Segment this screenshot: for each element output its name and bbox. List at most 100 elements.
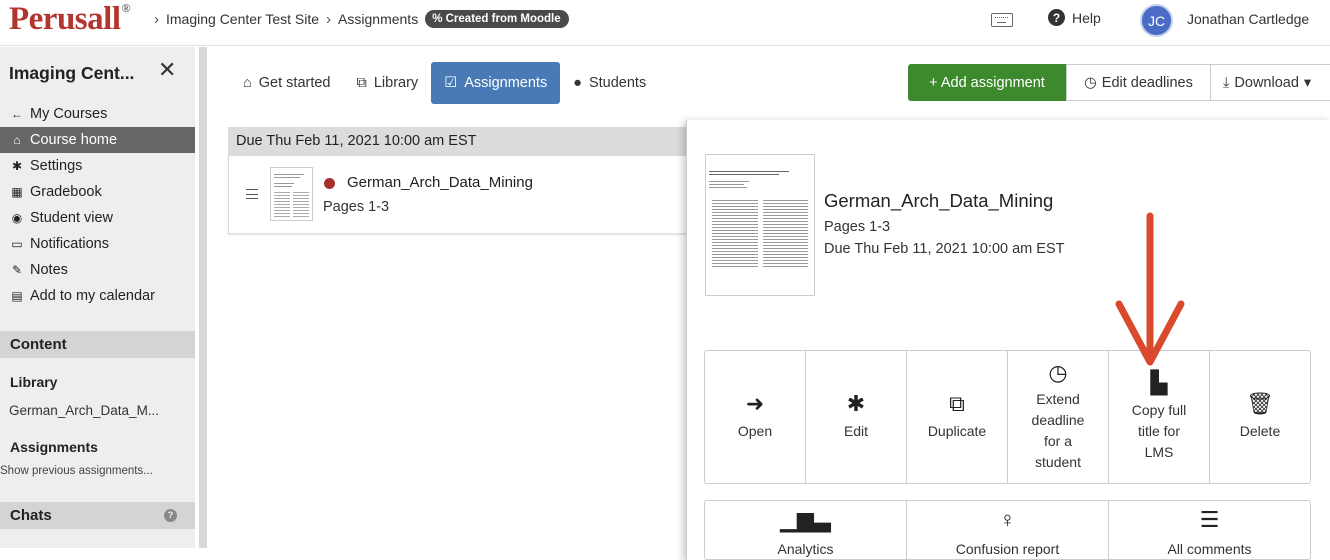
top-bar: Perusall® › Imaging Center Test Site › A… — [0, 0, 1330, 46]
sidebar-item-label: Gradebook — [30, 184, 102, 200]
tab-library[interactable]: ⧉ Library — [344, 62, 432, 104]
action-label: Copy full title for LMS — [1131, 401, 1187, 460]
action-label: All comments — [1167, 541, 1252, 557]
tab-label: Get started — [258, 75, 331, 91]
tab-bar: ⌂ Get started ⧉ Library ☑ Assignments ● Stud… — [230, 62, 659, 104]
home-icon: ⌂ — [13, 133, 21, 147]
user-icon: ● — [573, 75, 582, 91]
sidebar-item-gradebook[interactable]: ▦ Gradebook — [0, 179, 195, 205]
action-label: Analytics — [777, 541, 834, 557]
report-grid: ▁▆▃ Analytics ♀ Confusion report ☰ All c… — [704, 500, 1311, 560]
open-button[interactable]: ➜ Open — [705, 351, 806, 483]
home-icon: ⌂ — [243, 75, 252, 91]
list-icon: ☰ — [1199, 507, 1220, 532]
confusion-report-button[interactable]: ♀ Confusion report — [907, 501, 1109, 559]
help-label: Help — [1072, 9, 1101, 26]
arrow-right-icon: ➜ — [745, 391, 765, 417]
copy-file-icon: ▙ — [1150, 370, 1168, 396]
panel-pages: Pages 1-3 — [824, 219, 891, 235]
breadcrumb-separator-icon: › — [154, 10, 159, 28]
sidebar-item-notes[interactable]: ✎ Notes — [0, 257, 195, 283]
due-date-header: Due Thu Feb 11, 2021 10:00 am EST — [228, 127, 688, 155]
action-label: Duplicate — [927, 422, 987, 439]
tab-label: Assignments — [464, 75, 548, 91]
calendar-check-icon: ☑ — [444, 75, 458, 91]
add-assignment-button[interactable]: + Add assignment — [908, 64, 1066, 101]
assignment-pages: Pages 1-3 — [323, 199, 390, 215]
extend-deadline-button[interactable]: ◷ Extend deadline for a student — [1008, 351, 1109, 483]
sidebar-item-my-courses[interactable]: ← My Courses — [0, 101, 195, 127]
copy-icon: ⧉ — [356, 75, 367, 91]
question-icon: ? — [1048, 9, 1065, 26]
action-label: Delete — [1239, 422, 1281, 439]
edit-deadlines-label: Edit deadlines — [1101, 74, 1193, 91]
show-previous-link[interactable]: Show previous assignments... — [0, 465, 153, 477]
lightbulb-icon: ♀ — [999, 507, 1016, 532]
breadcrumb-course[interactable]: Imaging Center Test Site — [166, 11, 319, 27]
breadcrumb-separator-icon: › — [326, 10, 332, 28]
action-label: Extend deadline for a student — [1031, 391, 1085, 471]
action-label: Confusion report — [955, 541, 1060, 557]
sidebar-item-label: My Courses — [30, 106, 108, 122]
caret-down-icon: ▾ — [1303, 74, 1312, 91]
sidebar: Imaging Cent... ✕ ← My Courses ⌂ Course ho… — [0, 47, 195, 548]
document-thumbnail — [270, 167, 313, 221]
sidebar-item-label: Course home — [30, 132, 118, 148]
tab-assignments[interactable]: ☑ Assignments — [431, 62, 561, 104]
edit-button[interactable]: ✱ Edit — [806, 351, 907, 483]
sidebar-item-label: Notes — [30, 262, 68, 278]
assignment-title[interactable]: German_Arch_Data_Mining — [347, 174, 533, 191]
sidebar-item-notifications[interactable]: ▭ Notifications — [0, 231, 195, 257]
user-name[interactable]: Jonathan Cartledge — [1187, 11, 1309, 27]
sidebar-item-label: Notifications — [30, 236, 109, 252]
sidebar-item-course-home[interactable]: ⌂ Course home — [0, 127, 195, 153]
sidebar-item-settings[interactable]: ✱ Settings — [0, 153, 195, 179]
pencil-icon: ✎ — [11, 263, 23, 277]
avatar[interactable]: JC — [1140, 4, 1173, 37]
document-thumbnail — [705, 154, 815, 296]
eye-icon: ◉ — [11, 211, 23, 225]
sidebar-item-label: Settings — [30, 158, 83, 174]
assignment-detail-panel: German_Arch_Data_Mining Pages 1-3 Due Th… — [686, 120, 1330, 560]
drag-handle-icon[interactable] — [246, 189, 258, 199]
tab-label: Library — [373, 75, 419, 91]
tab-get-started[interactable]: ⌂ Get started — [230, 62, 344, 104]
download-icon: ⤓ — [1223, 74, 1230, 91]
action-label: Edit — [843, 422, 869, 439]
download-button[interactable]: ⤓ Download ▾ — [1210, 64, 1330, 101]
assignment-row[interactable]: German_Arch_Data_Mining Pages 1-3 — [228, 155, 688, 234]
panel-title: German_Arch_Data_Mining — [824, 190, 1054, 211]
analytics-button[interactable]: ▁▆▃ Analytics — [705, 501, 907, 559]
trash-icon: 🗑 — [1246, 391, 1274, 417]
assignments-heading: Assignments — [10, 439, 98, 455]
question-icon[interactable]: ? — [164, 509, 177, 522]
sidebar-resize-handle[interactable] — [199, 47, 207, 548]
arrow-left-icon: ← — [11, 107, 23, 121]
bar-chart-icon: ▁▆▃ — [780, 507, 831, 532]
sidebar-menu: ← My Courses ⌂ Course home ✱ Settings ▦ Grad… — [0, 101, 195, 309]
content-heading: Content — [0, 331, 195, 358]
tab-label: Students — [588, 75, 647, 91]
all-comments-button[interactable]: ☰ All comments — [1109, 501, 1310, 559]
sidebar-item-label: Add to my calendar — [30, 288, 155, 304]
sidebar-item-label: Student view — [30, 210, 114, 226]
breadcrumb: › Imaging Center Test Site › Assignments… — [154, 10, 569, 28]
clock-icon: ◷ — [1084, 74, 1097, 91]
edit-deadlines-button[interactable]: ◷ Edit deadlines — [1066, 64, 1211, 101]
course-title: Imaging Cent... — [9, 63, 135, 83]
keyboard-icon[interactable] — [991, 13, 1013, 27]
tab-students[interactable]: ● Students — [560, 62, 659, 104]
clock-icon: ◷ — [1048, 359, 1068, 385]
delete-button[interactable]: 🗑 Delete — [1210, 351, 1310, 483]
perusall-logo[interactable]: Perusall® — [9, 1, 130, 38]
help-link[interactable]: ? Help — [1048, 9, 1101, 26]
sidebar-item-calendar[interactable]: ▤ Add to my calendar — [0, 283, 195, 309]
duplicate-icon: ⧉ — [949, 391, 965, 417]
library-item[interactable]: German_Arch_Data_M... — [9, 403, 159, 418]
breadcrumb-assignments[interactable]: Assignments — [338, 11, 418, 27]
status-dot — [324, 178, 335, 189]
library-heading: Library — [10, 374, 58, 390]
duplicate-button[interactable]: ⧉ Duplicate — [907, 351, 1008, 483]
close-icon[interactable]: ✕ — [158, 57, 176, 83]
sidebar-item-student-view[interactable]: ◉ Student view — [0, 205, 195, 231]
